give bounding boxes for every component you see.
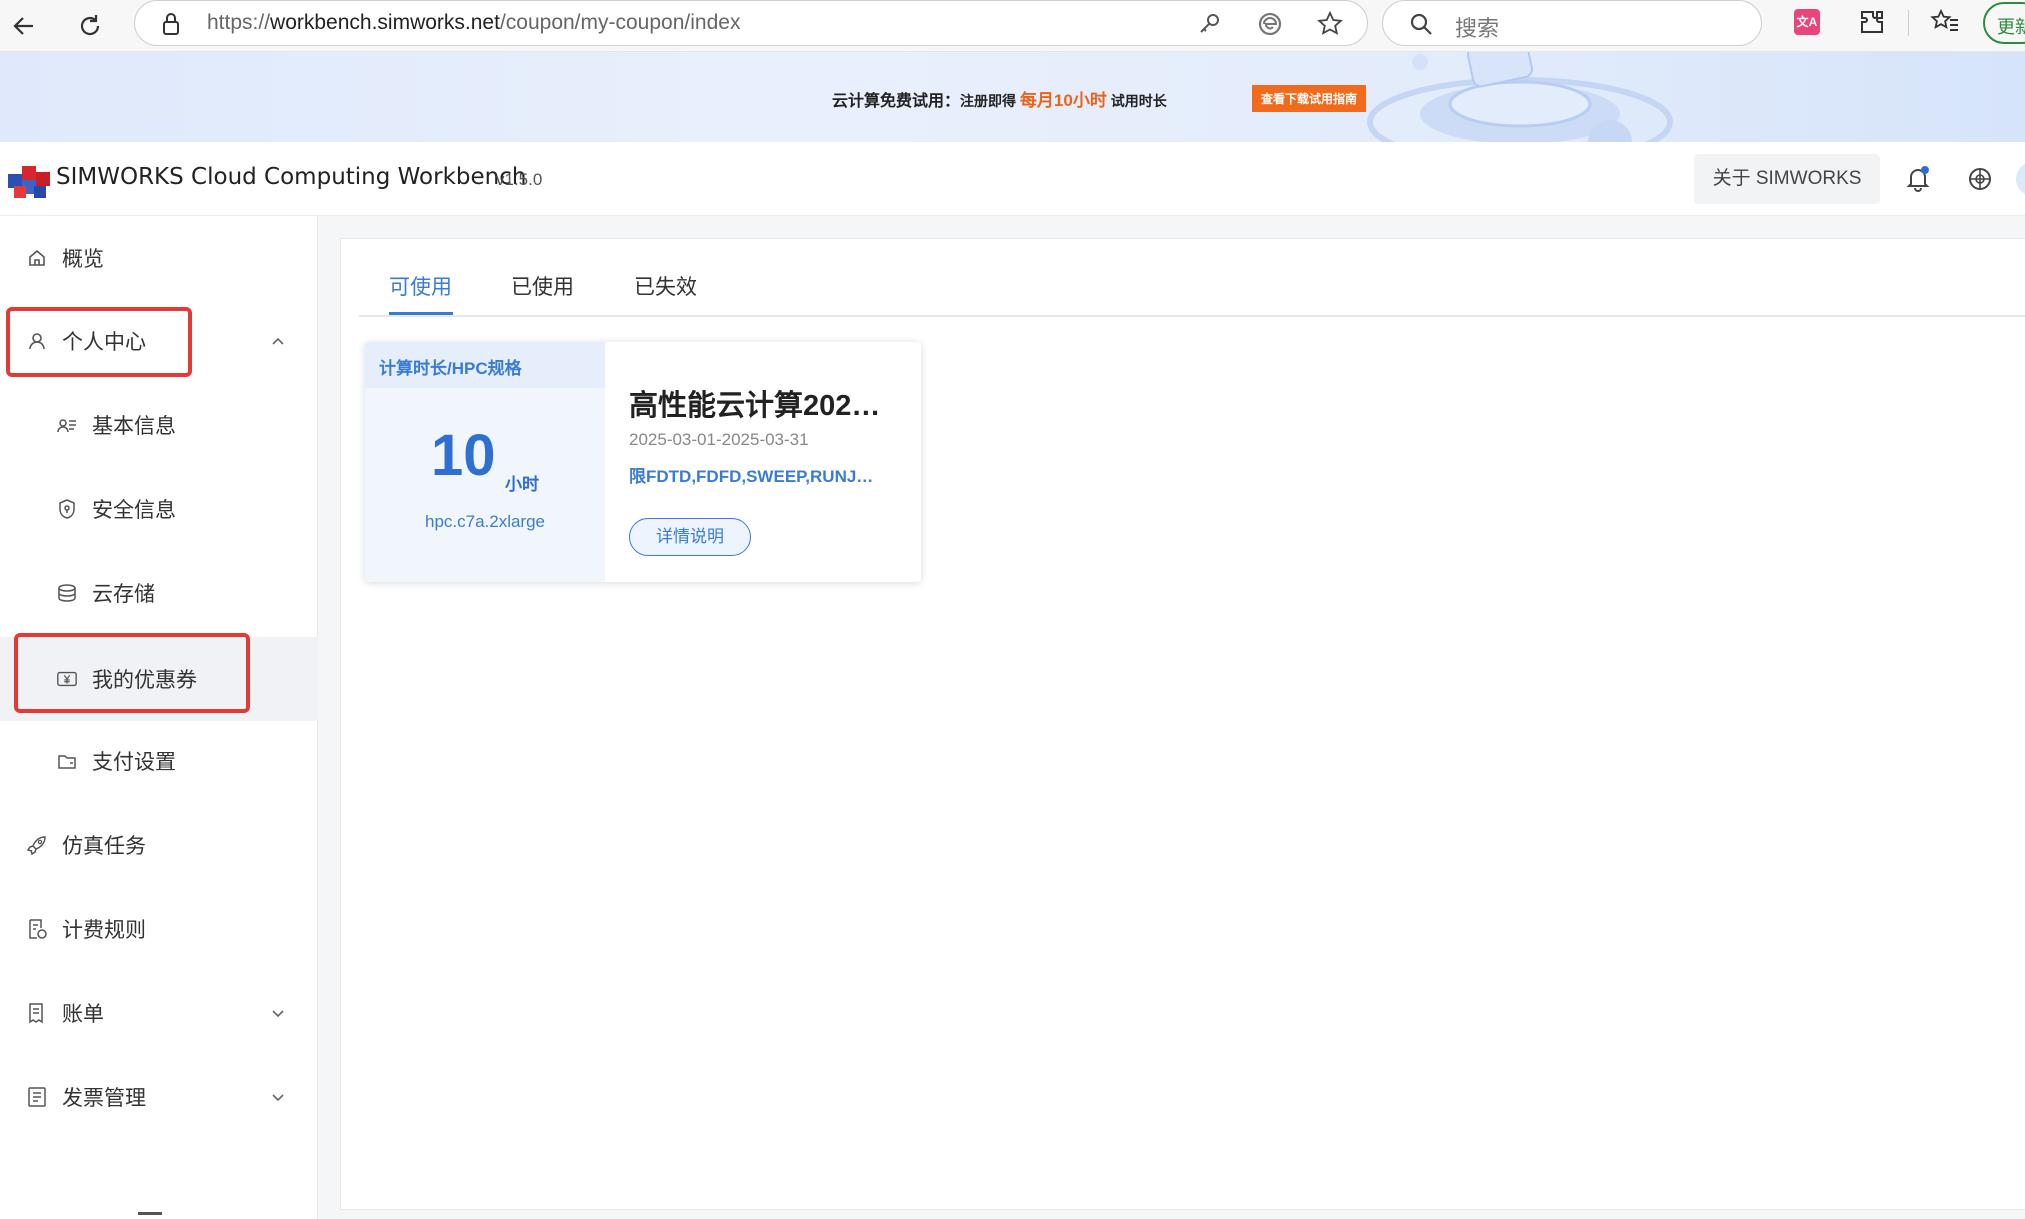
back-icon[interactable] — [6, 8, 42, 44]
sidebar-item-simulation-tasks[interactable]: 仿真任务 — [0, 817, 318, 873]
star-icon[interactable] — [1317, 11, 1343, 37]
sidebar-item-label: 账单 — [62, 1003, 104, 1026]
sidebar-item-label: 个人中心 — [62, 331, 146, 354]
sidebar-item-bills[interactable]: 账单 — [0, 985, 318, 1041]
sidebar-item-label: 仿真任务 — [62, 835, 146, 858]
search-placeholder: 搜索 — [1455, 16, 1500, 41]
address-bar[interactable]: https://workbench.simworks.net/coupon/my… — [134, 0, 1368, 46]
id-card-icon — [56, 414, 78, 436]
banner-text: 云计算免费试用：注册即得 每月10小时 试用时长 — [832, 91, 1167, 110]
reload-icon[interactable] — [72, 8, 108, 44]
edge-icon[interactable] — [1257, 11, 1283, 37]
coupon-detail-button[interactable]: 详情说明 — [629, 518, 751, 556]
app-version: v1.5.0 — [496, 170, 543, 189]
sidebar-item-personal-center[interactable]: 个人中心 — [0, 313, 318, 369]
sidebar-item-basic-info[interactable]: 基本信息 — [0, 397, 318, 453]
app-header: SIMWORKS Cloud Computing Workbench v1.5.… — [0, 142, 2025, 216]
coupon-usage-limit: 限FDTD,FDFD,SWEEP,RUNJ… — [629, 467, 874, 486]
favorites-icon[interactable] — [1930, 8, 1960, 36]
sidebar-item-label: 概览 — [62, 248, 104, 271]
sidebar-collapse-handle[interactable] — [138, 1212, 162, 1215]
coupon-tabs: 可使用 已使用 已失效 — [359, 239, 2025, 317]
coupon-unit: 小时 — [505, 475, 539, 494]
sidebar-item-payment-settings[interactable]: 支付设置 — [0, 733, 318, 789]
coupon-value-panel: 计算时长/HPC规格 10 小时 hpc.c7a.2xlarge — [365, 342, 605, 582]
search-icon — [1410, 13, 1432, 35]
sidebar-item-cloud-storage[interactable]: 云存储 — [0, 565, 318, 621]
app-title: SIMWORKS Cloud Computing Workbench — [56, 164, 527, 190]
sidebar-item-label: 基本信息 — [92, 415, 176, 438]
sidebar-item-label: 我的优惠券 — [92, 669, 197, 692]
home-icon — [26, 247, 48, 269]
avatar[interactable] — [2016, 162, 2025, 196]
invoice-icon — [26, 1086, 48, 1108]
sidebar-item-label: 安全信息 — [92, 499, 176, 522]
coupon-amount: 10 — [431, 423, 496, 488]
tab-expired[interactable]: 已失效 — [634, 271, 697, 301]
sidebar-item-label: 计费规则 — [62, 919, 146, 942]
user-icon — [26, 330, 48, 352]
wallet-icon — [56, 750, 78, 772]
shield-icon — [56, 498, 78, 520]
trial-guide-button[interactable]: 查看下载试用指南 — [1252, 85, 1367, 112]
chevron-down-icon — [272, 1094, 284, 1102]
sidebar: 概览 个人中心 基本信息 安全信息 云存储 我的优惠券 支付设置 仿真任务 计费… — [0, 216, 318, 1219]
browser-search-box[interactable]: 搜索 — [1382, 0, 1762, 46]
update-button[interactable]: 更新 — [1983, 2, 2025, 44]
sidebar-item-invoice-management[interactable]: 发票管理 — [0, 1069, 318, 1125]
database-icon — [56, 582, 78, 604]
coupon-icon — [56, 668, 78, 690]
sidebar-item-security-info[interactable]: 安全信息 — [0, 481, 318, 537]
sidebar-item-billing-rules[interactable]: 计费规则 — [0, 901, 318, 957]
coupon-spec: hpc.c7a.2xlarge — [424, 512, 546, 531]
billing-rule-icon — [26, 918, 48, 940]
sidebar-item-label: 支付设置 — [92, 751, 176, 774]
sidebar-item-label: 云存储 — [92, 583, 155, 606]
main-content-panel: 可使用 已使用 已失效 计算时长/HPC规格 10 小时 hpc.c7a.2xl… — [340, 238, 2025, 1210]
url-text: https://workbench.simworks.net/coupon/my… — [207, 11, 741, 34]
active-tab-indicator — [389, 312, 453, 315]
translate-icon[interactable]: 文A — [1794, 9, 1820, 35]
coupon-date-range: 2025-03-01-2025-03-31 — [629, 430, 809, 449]
sidebar-item-label: 发票管理 — [62, 1087, 146, 1110]
simworks-logo[interactable] — [6, 160, 52, 200]
toolbar-divider — [1908, 10, 1909, 36]
sidebar-item-my-coupons[interactable]: 我的优惠券 — [0, 637, 318, 721]
notification-bell-icon[interactable] — [1904, 165, 1932, 193]
sidebar-item-overview[interactable]: 概览 — [0, 230, 318, 286]
promo-banner[interactable]: 云计算免费试用：注册即得 每月10小时 试用时长 查看下载试用指南 — [0, 52, 2025, 142]
banner-illustration — [1367, 52, 1673, 142]
tab-available[interactable]: 可使用 — [389, 271, 452, 301]
coupon-type-tag: 计算时长/HPC规格 — [379, 359, 522, 378]
browser-toolbar: https://workbench.simworks.net/coupon/my… — [0, 0, 2025, 52]
chevron-up-icon — [272, 337, 284, 345]
key-icon[interactable] — [1197, 12, 1221, 36]
rocket-icon — [26, 834, 48, 856]
coupon-card[interactable]: 计算时长/HPC规格 10 小时 hpc.c7a.2xlarge 高性能云计算2… — [365, 342, 921, 582]
lock-icon — [163, 13, 179, 35]
about-simworks-button[interactable]: 关于 SIMWORKS — [1694, 154, 1880, 204]
language-globe-icon[interactable] — [1966, 165, 1994, 193]
coupon-title: 高性能云计算202… — [629, 390, 881, 422]
tab-used[interactable]: 已使用 — [511, 271, 574, 301]
extensions-icon[interactable] — [1858, 8, 1886, 36]
chevron-down-icon — [272, 1010, 284, 1018]
bill-icon — [26, 1002, 48, 1024]
